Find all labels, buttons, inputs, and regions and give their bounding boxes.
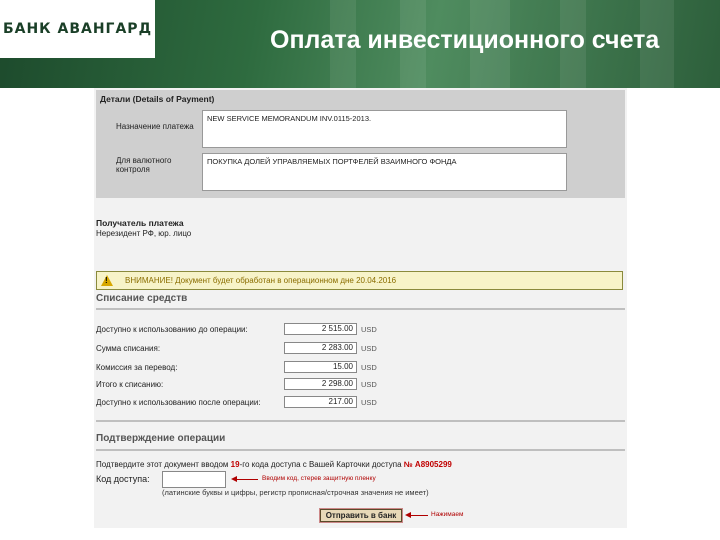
debit-amount-value: 2 283.00 (284, 342, 357, 354)
available-before-label: Доступно к использованию до операции: (96, 325, 248, 334)
fee-value: 15.00 (284, 361, 357, 373)
currency-label: USD (361, 380, 377, 389)
fee-label: Комиссия за перевод: (96, 363, 178, 372)
confirm-text-pre: Подтвердите этот документ вводом (96, 460, 229, 469)
currency-label: USD (361, 325, 377, 334)
divider (96, 420, 625, 422)
warning-text: ВНИМАНИЕ! Документ будет обработан в опе… (125, 276, 397, 285)
arrow-icon (405, 512, 428, 518)
currency-label: USD (361, 344, 377, 353)
bank-logo: БАНК АВАНГАРД (0, 0, 155, 58)
debit-section-title: Списание средств (96, 293, 188, 304)
code-index: 19 (230, 460, 240, 469)
total-label: Итого к списанию: (96, 380, 164, 389)
available-after-value: 217.00 (284, 396, 357, 408)
warning-icon (101, 275, 113, 286)
header-banner: БАНК АВАНГАРД Оплата инвестиционного сче… (0, 0, 720, 88)
currency-label: USD (361, 398, 377, 407)
slide: БАНК АВАНГАРД Оплата инвестиционного сче… (0, 0, 720, 540)
access-code-input[interactable] (162, 471, 226, 488)
arrow-icon (231, 476, 258, 482)
purpose-field[interactable]: NEW SERVICE MEMORANDUM INV.0115-2013. (202, 110, 567, 148)
confirm-text-mid: -го кода доступа с Вашей Карточки доступ… (239, 460, 402, 469)
recipient-type: Нерезидент РФ, юр. лицо (96, 229, 192, 238)
divider (96, 449, 625, 451)
divider (96, 308, 625, 310)
purpose-label: Назначение платежа (116, 122, 194, 131)
available-before-value: 2 515.00 (284, 323, 357, 335)
debit-amount-label: Сумма списания: (96, 344, 161, 353)
warning-banner: ВНИМАНИЕ! Документ будет обработан в опе… (96, 271, 623, 290)
currency-control-field[interactable]: ПОКУПКА ДОЛЕЙ УПРАВЛЯЕМЫХ ПОРТФЕЛЕЙ ВЗАИ… (202, 153, 567, 191)
details-title: Детали (Details of Payment) (100, 94, 215, 104)
payment-form: Детали (Details of Payment) Назначение п… (94, 88, 627, 528)
confirm-section-title: Подтверждение операции (96, 433, 226, 444)
total-value: 2 298.00 (284, 378, 357, 390)
code-hint: (латинские буквы и цифры, регистр пропис… (162, 488, 429, 497)
currency-label: USD (361, 363, 377, 372)
card-number: № A8905299 (403, 460, 452, 469)
currency-control-label: Для валютного контроля (116, 156, 172, 174)
send-to-bank-button[interactable]: Отправить в банк (319, 508, 403, 523)
send-note: Нажимаем (431, 511, 464, 518)
available-after-label: Доступно к использованию после операции: (96, 398, 261, 407)
code-note: Вводим код, стерев защитную пленку (262, 475, 376, 482)
details-section: Детали (Details of Payment) Назначение п… (96, 90, 625, 198)
code-label: Код доступа: (96, 474, 150, 484)
recipient-title: Получатель платежа (96, 218, 184, 228)
bank-logo-text: БАНК АВАНГАРД (2, 21, 153, 37)
slide-title: Оплата инвестиционного счета (270, 26, 660, 54)
confirm-instruction: Подтвердите этот документ вводом 19-го к… (96, 460, 452, 469)
